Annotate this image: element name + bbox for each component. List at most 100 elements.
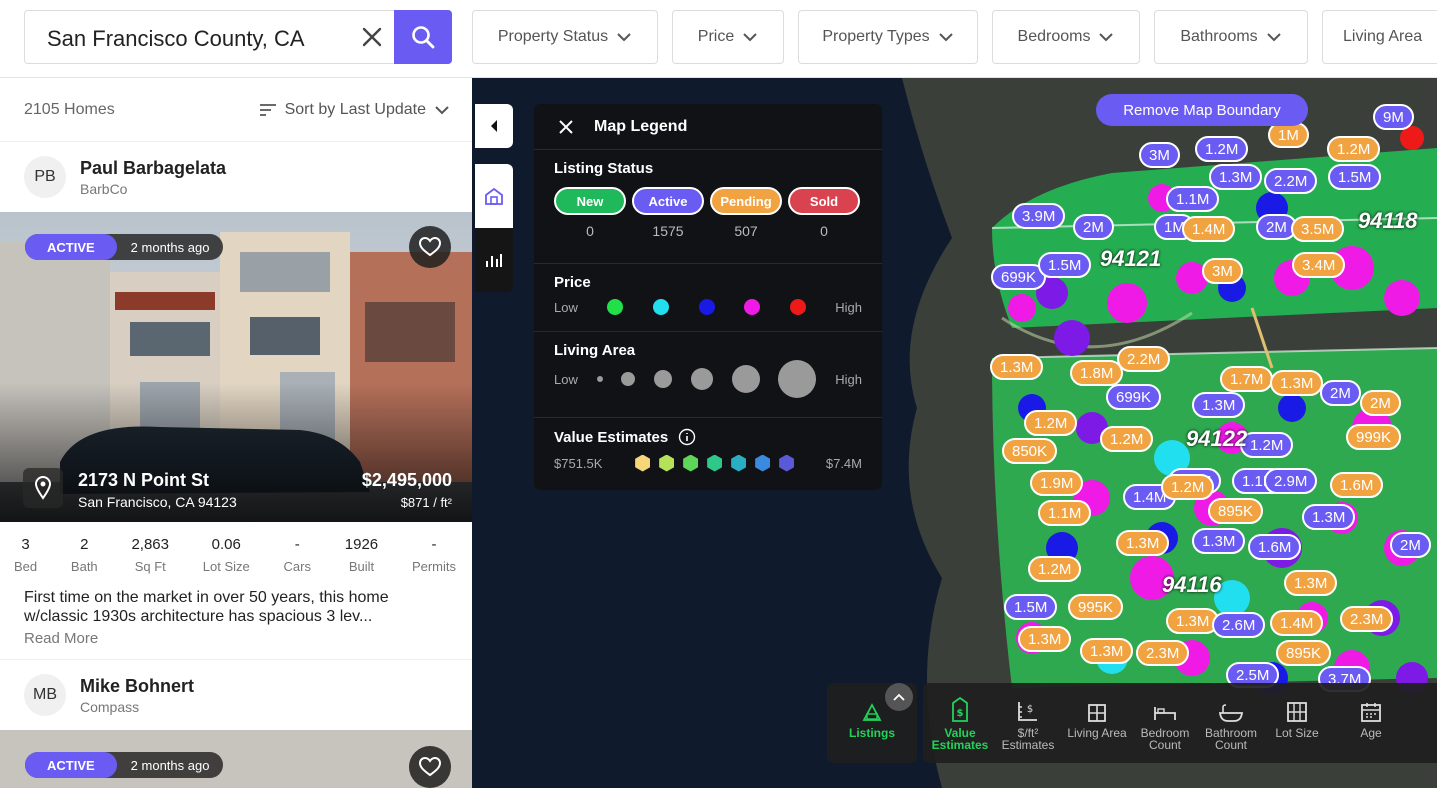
price-marker[interactable]: 2.3M [1340,606,1394,632]
price-marker[interactable]: 1.6M [1248,534,1302,560]
collapse-panel-button[interactable] [475,104,513,148]
price-marker[interactable]: 999K [1346,424,1402,450]
chevron-down-icon [1099,33,1114,42]
tool-age[interactable]: Age [1347,683,1395,763]
filter-price[interactable]: Price [672,10,784,64]
price-dot [789,299,806,315]
filter-living-area[interactable]: Living Area [1322,10,1437,64]
status-new: New 0 [554,187,626,239]
info-icon[interactable] [678,428,696,446]
price-marker[interactable]: 1.2M [1240,432,1294,458]
filter-property-status[interactable]: Property Status [472,10,658,64]
price-marker[interactable]: 2M [1073,214,1114,240]
price-marker[interactable]: 1.2M [1161,474,1215,500]
price-marker[interactable]: 1.5M [1004,594,1058,620]
price-marker[interactable]: 1.6M [1330,472,1384,498]
price-marker[interactable]: 895K [1276,640,1332,666]
read-more-link[interactable]: Read More [0,626,472,647]
value-hex [683,454,699,472]
price-marker[interactable]: 1.2M [1195,136,1249,162]
favorite-button[interactable] [409,746,451,788]
price-marker[interactable]: 3M [1202,258,1243,284]
price-marker[interactable]: 995K [1068,594,1124,620]
price-marker[interactable]: 1.9M [1030,470,1084,496]
filter-bathrooms[interactable]: Bathrooms [1154,10,1308,64]
price-marker[interactable]: 1.5M [1038,252,1092,278]
price-marker[interactable]: 1.2M [1028,556,1082,582]
listing-city: San Francisco, CA 94123 [78,494,237,510]
price-marker[interactable]: 3.9M [1012,203,1066,229]
price-marker[interactable]: 2M [1390,532,1431,558]
price-marker[interactable]: 1.3M [1270,370,1324,396]
price-marker[interactable]: 3.4M [1292,252,1346,278]
price-marker[interactable]: 2.6M [1212,612,1266,638]
price-marker[interactable]: 3M [1139,142,1180,168]
locate-button[interactable] [23,468,63,508]
svg-text:$: $ [1027,704,1033,715]
favorite-button[interactable] [409,226,451,268]
price-marker[interactable]: 1.3M [1209,164,1263,190]
price-marker[interactable]: 1.3M [1302,504,1356,530]
price-marker[interactable]: 1.3M [1166,608,1220,634]
scale-high: High [835,299,862,315]
search-input[interactable]: San Francisco County, CA [47,26,305,52]
tool-value-estimates[interactable]: $ Value Estimates [931,683,989,763]
chevron-down-icon [617,33,631,42]
price-marker[interactable]: 1.2M [1327,136,1381,162]
price-marker[interactable]: 1.3M [990,354,1044,380]
price-marker[interactable]: 1.3M [1080,638,1134,664]
filter-property-types[interactable]: Property Types [798,10,978,64]
price-marker[interactable]: 1.3M [1018,626,1072,652]
price-marker[interactable]: 1.8M [1070,360,1124,386]
price-marker[interactable]: 2.3M [1136,640,1190,666]
price-marker[interactable]: 1.1M [1166,186,1220,212]
tool-lot-size[interactable]: Lot Size [1269,683,1325,763]
status-count: 0 [820,223,828,239]
expand-toolbar-button[interactable] [885,683,913,711]
remove-map-boundary-button[interactable]: Remove Map Boundary [1096,94,1308,126]
search-box[interactable]: San Francisco County, CA [24,10,452,64]
price-marker[interactable]: 699K [1106,384,1162,410]
clear-search-icon[interactable] [359,24,385,50]
price-marker[interactable]: 1.3M [1284,570,1338,596]
price-marker[interactable]: 1.3M [1116,530,1170,556]
layer-chart-button[interactable] [475,228,513,292]
price-marker[interactable]: 1.2M [1024,410,1078,436]
tool-bedroom-count[interactable]: Bedroom Count [1135,683,1195,763]
price-marker[interactable]: 850K [1002,438,1058,464]
price-marker[interactable]: 895K [1208,498,1264,524]
price-marker[interactable]: 2.2M [1264,168,1318,194]
agent-row[interactable]: PB Paul Barbagelata BarbCo [0,142,472,212]
tool-price-per-sqft[interactable]: $ $/ft² Estimates [995,683,1061,763]
sort-dropdown[interactable]: Sort by Last Update [259,101,450,119]
price-marker[interactable]: 3.5M [1291,216,1345,242]
price-marker[interactable]: 1.4M [1182,216,1236,242]
legend-value-estimates: Value Estimates $751.5K $7.4M [534,418,882,490]
price-marker[interactable]: 1.3M [1192,528,1246,554]
price-marker[interactable]: 1.5M [1328,164,1382,190]
price-marker[interactable]: 1.7M [1220,366,1274,392]
price-marker[interactable]: 2M [1320,380,1361,406]
close-icon[interactable] [558,119,574,135]
price-marker[interactable]: 1.1M [1038,500,1092,526]
listing-photo[interactable]: ACTIVE 2 months ago [0,730,472,788]
price-marker[interactable]: 1.4M [1270,610,1324,636]
price-dot [607,299,624,315]
tool-living-area[interactable]: Living Area [1063,683,1131,763]
price-marker[interactable]: 2.9M [1264,468,1318,494]
price-marker[interactable]: 1.2M [1100,426,1154,452]
search-button[interactable] [394,10,452,64]
agent-row[interactable]: MB Mike Bohnert Compass [0,660,472,730]
price-marker[interactable]: 1.3M [1192,392,1246,418]
price-marker[interactable]: 9M [1373,104,1414,130]
listing-age: 2 months ago [130,757,210,773]
price-marker[interactable]: 2.2M [1117,346,1171,372]
tool-label: Value Estimates [931,726,989,752]
tool-label: Bathroom Count [1204,726,1258,752]
layer-map-button[interactable] [475,164,513,228]
value-tag-icon: $ [952,697,968,722]
tool-bathroom-count[interactable]: Bathroom Count [1199,683,1263,763]
price-marker[interactable]: 2M [1360,390,1401,416]
filter-bedrooms[interactable]: Bedrooms [992,10,1140,64]
listing-photo[interactable]: ACTIVE 2 months ago 2173 N Point St San … [0,212,472,522]
